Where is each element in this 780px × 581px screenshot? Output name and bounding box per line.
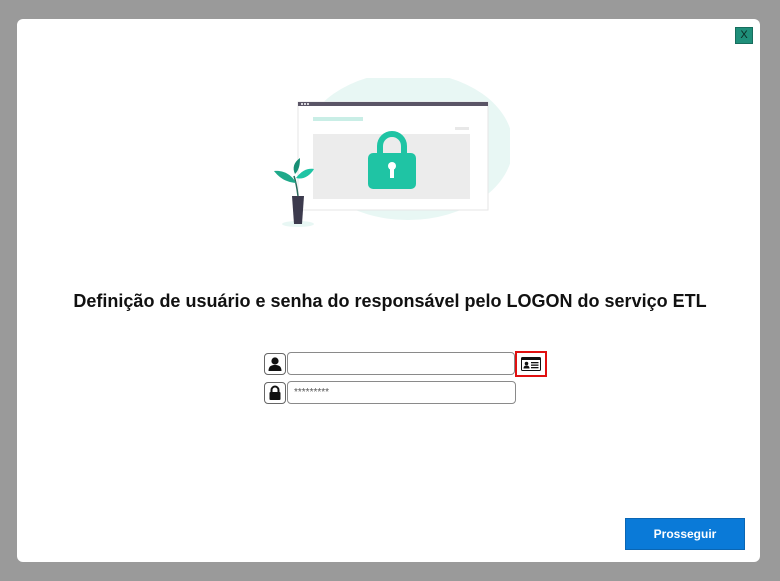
- proceed-button[interactable]: Prosseguir: [625, 518, 745, 550]
- close-button[interactable]: X: [735, 27, 753, 44]
- password-input[interactable]: [287, 381, 516, 404]
- page-title: Definição de usuário e senha do responsá…: [73, 291, 707, 311]
- select-user-button[interactable]: [515, 351, 547, 377]
- security-illustration: [274, 78, 510, 227]
- lock-icon: [264, 382, 286, 404]
- username-input[interactable]: [287, 352, 515, 375]
- user-icon: [264, 353, 286, 375]
- id-card-icon: [521, 357, 541, 371]
